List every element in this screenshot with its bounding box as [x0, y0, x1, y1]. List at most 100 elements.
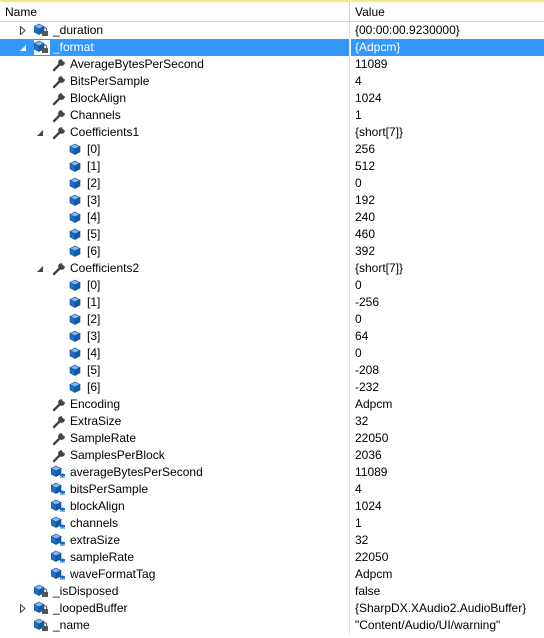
value-cell[interactable]: {SharpDX.XAudio2.AudioBuffer}	[351, 600, 544, 617]
value-cell[interactable]: -232	[351, 379, 544, 396]
watch-row-waveformattag[interactable]: waveFormatTag Adpcm	[0, 566, 544, 583]
value-cell[interactable]: 32	[351, 532, 544, 549]
name-cell[interactable]: _duration	[0, 22, 350, 39]
value-cell[interactable]: 11089	[351, 464, 544, 481]
value-cell[interactable]: false	[351, 583, 544, 600]
value-cell[interactable]: {00:00:00.9230000}	[351, 22, 544, 39]
watch-row-encoding[interactable]: Encoding Adpcm	[0, 396, 544, 413]
value-cell[interactable]: 512	[351, 158, 544, 175]
value-cell[interactable]: 0	[351, 175, 544, 192]
watch-row-coefficients2[interactable]: Coefficients2 {short[7]}	[0, 260, 544, 277]
name-cell[interactable]: bitsPerSample	[0, 481, 350, 498]
watch-row-4[interactable]: [4] 0	[0, 345, 544, 362]
expand-arrow-icon[interactable]	[17, 600, 29, 617]
name-cell[interactable]: [0]	[0, 141, 350, 158]
watch-row-2[interactable]: [2] 0	[0, 311, 544, 328]
watch-row-channels[interactable]: Channels 1	[0, 107, 544, 124]
watch-row-extrasize[interactable]: extraSize 32	[0, 532, 544, 549]
value-cell[interactable]: 22050	[351, 430, 544, 447]
watch-row-2[interactable]: [2] 0	[0, 175, 544, 192]
watch-row-5[interactable]: [5] 460	[0, 226, 544, 243]
value-cell[interactable]: 0	[351, 345, 544, 362]
watch-row-1[interactable]: [1] 512	[0, 158, 544, 175]
name-cell[interactable]: _format	[0, 39, 350, 56]
watch-row-samplesperblock[interactable]: SamplesPerBlock 2036	[0, 447, 544, 464]
value-cell[interactable]: 2036	[351, 447, 544, 464]
name-cell[interactable]: [4]	[0, 345, 350, 362]
watch-row-samplerate[interactable]: SampleRate 22050	[0, 430, 544, 447]
name-cell[interactable]: [2]	[0, 311, 350, 328]
name-cell[interactable]: [5]	[0, 362, 350, 379]
value-cell[interactable]: 192	[351, 192, 544, 209]
value-cell[interactable]: 1024	[351, 498, 544, 515]
value-cell[interactable]: 392	[351, 243, 544, 260]
name-cell[interactable]: ExtraSize	[0, 413, 350, 430]
value-cell[interactable]: 11089	[351, 56, 544, 73]
name-cell[interactable]: BitsPerSample	[0, 73, 350, 90]
value-cell[interactable]: 0	[351, 311, 544, 328]
watch-row-6[interactable]: [6] 392	[0, 243, 544, 260]
name-cell[interactable]: SamplesPerBlock	[0, 447, 350, 464]
watch-row-averagebytespersecond[interactable]: AverageBytesPerSecond 11089	[0, 56, 544, 73]
value-cell[interactable]: Adpcm	[351, 566, 544, 583]
watch-row-6[interactable]: [6] -232	[0, 379, 544, 396]
value-cell[interactable]: 1024	[351, 90, 544, 107]
value-cell[interactable]: 22050	[351, 549, 544, 566]
name-cell[interactable]: [1]	[0, 158, 350, 175]
name-cell[interactable]: SampleRate	[0, 430, 350, 447]
watch-row-bitspersample[interactable]: BitsPerSample 4	[0, 73, 544, 90]
value-cell[interactable]: 256	[351, 141, 544, 158]
watch-row-0[interactable]: [0] 0	[0, 277, 544, 294]
watch-row-name[interactable]: _name "Content/Audio/UI/warning"	[0, 617, 544, 634]
name-cell[interactable]: Channels	[0, 107, 350, 124]
value-cell[interactable]: {short[7]}	[351, 260, 544, 277]
name-cell[interactable]: Coefficients1	[0, 124, 350, 141]
watch-row-0[interactable]: [0] 256	[0, 141, 544, 158]
watch-row-duration[interactable]: _duration {00:00:00.9230000}	[0, 22, 544, 39]
value-cell[interactable]: 64	[351, 328, 544, 345]
value-cell[interactable]: 1	[351, 515, 544, 532]
watch-row-loopedbuffer[interactable]: _loopedBuffer {SharpDX.XAudio2.AudioBuffe…	[0, 600, 544, 617]
value-cell[interactable]: {Adpcm}	[351, 39, 544, 56]
name-cell[interactable]: Coefficients2	[0, 260, 350, 277]
value-cell[interactable]: 1	[351, 107, 544, 124]
name-cell[interactable]: [2]	[0, 175, 350, 192]
name-cell[interactable]: AverageBytesPerSecond	[0, 56, 350, 73]
watch-row-coefficients1[interactable]: Coefficients1 {short[7]}	[0, 124, 544, 141]
value-cell[interactable]: 240	[351, 209, 544, 226]
name-cell[interactable]: sampleRate	[0, 549, 350, 566]
collapse-arrow-icon[interactable]	[34, 124, 46, 141]
watch-row-averagebytespersecond[interactable]: averageBytesPerSecond 11089	[0, 464, 544, 481]
name-cell[interactable]: [5]	[0, 226, 350, 243]
value-cell[interactable]: -256	[351, 294, 544, 311]
value-cell[interactable]: {short[7]}	[351, 124, 544, 141]
watch-row-samplerate[interactable]: sampleRate 22050	[0, 549, 544, 566]
watch-row-5[interactable]: [5] -208	[0, 362, 544, 379]
name-cell[interactable]: averageBytesPerSecond	[0, 464, 350, 481]
name-cell[interactable]: extraSize	[0, 532, 350, 549]
value-cell[interactable]: 32	[351, 413, 544, 430]
name-cell[interactable]: [6]	[0, 243, 350, 260]
name-cell[interactable]: blockAlign	[0, 498, 350, 515]
value-cell[interactable]: "Content/Audio/UI/warning"	[351, 617, 544, 634]
watch-row-1[interactable]: [1] -256	[0, 294, 544, 311]
name-cell[interactable]: _isDisposed	[0, 583, 350, 600]
watch-row-bitspersample[interactable]: bitsPerSample 4	[0, 481, 544, 498]
value-cell[interactable]: 0	[351, 277, 544, 294]
name-cell[interactable]: [6]	[0, 379, 350, 396]
value-cell[interactable]: 4	[351, 73, 544, 90]
watch-row-format[interactable]: _format {Adpcm}	[0, 39, 544, 56]
name-cell[interactable]: [4]	[0, 209, 350, 226]
name-cell[interactable]: [3]	[0, 192, 350, 209]
value-cell[interactable]: 460	[351, 226, 544, 243]
value-column-header[interactable]: Value	[351, 2, 544, 22]
name-cell[interactable]: [1]	[0, 294, 350, 311]
name-cell[interactable]: channels	[0, 515, 350, 532]
name-cell[interactable]: _name	[0, 617, 350, 634]
name-cell[interactable]: Encoding	[0, 396, 350, 413]
name-cell[interactable]: BlockAlign	[0, 90, 350, 107]
name-cell[interactable]: waveFormatTag	[0, 566, 350, 583]
collapse-arrow-icon[interactable]	[17, 39, 29, 56]
watch-row-3[interactable]: [3] 64	[0, 328, 544, 345]
watch-row-extrasize[interactable]: ExtraSize 32	[0, 413, 544, 430]
